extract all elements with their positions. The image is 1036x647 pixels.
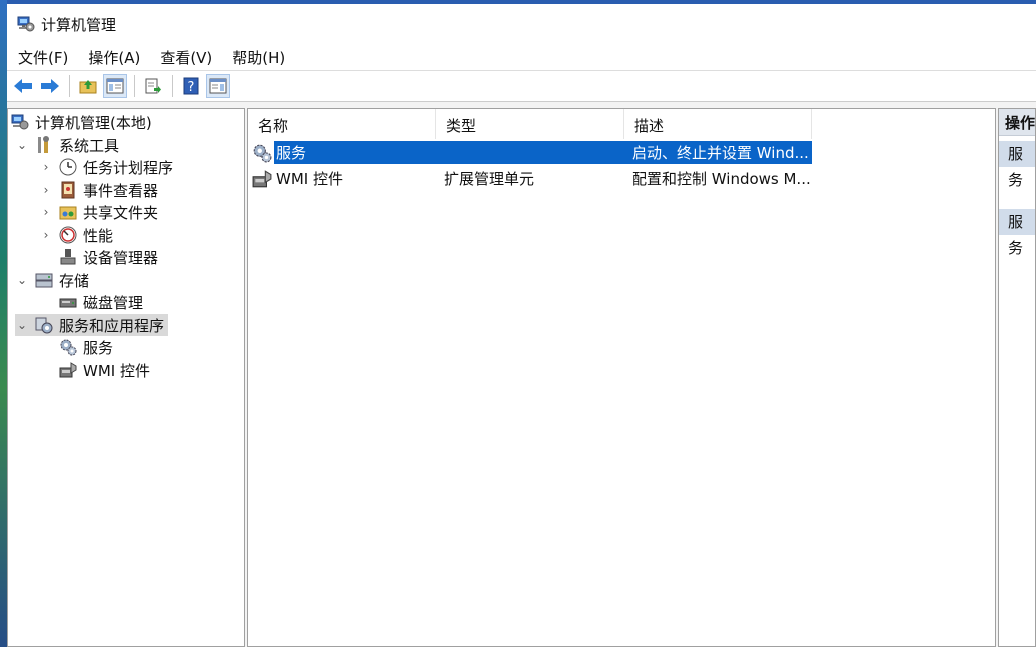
tree-label: 设备管理器 <box>83 248 159 267</box>
computer-management-icon <box>17 16 35 32</box>
tree-label: 磁盘管理 <box>83 293 144 312</box>
show-hide-action-pane-button[interactable] <box>206 74 230 98</box>
forward-icon <box>41 79 59 93</box>
tree-label: 计算机管理(本地) <box>35 113 152 132</box>
actions-pane: 操作 服务 服务 <box>998 108 1036 647</box>
tree-item-task-scheduler[interactable]: › 任务计划程序 <box>39 156 177 178</box>
tree-label: WMI 控件 <box>83 361 150 380</box>
services-apps-icon <box>35 317 53 334</box>
cell-name: WMI 控件 <box>276 170 343 188</box>
list-header: 名称 类型 描述 <box>248 109 995 139</box>
tree-item-services-apps[interactable]: ⌄ 服务和应用程序 <box>15 314 169 336</box>
tree-label: 服务 <box>83 338 114 357</box>
expand-chevron-icon[interactable]: › <box>39 160 53 174</box>
show-hide-tree-icon <box>106 78 124 94</box>
computer-management-window: 计算机管理 文件(F) 操作(A) 查看(V) 帮助(H) ? 计算机管理(本地… <box>7 0 1036 647</box>
tree-label: 任务计划程序 <box>83 158 174 177</box>
storage-icon <box>35 273 53 288</box>
tree-item-device-manager[interactable]: 设备管理器 <box>59 246 162 268</box>
tree-item-disk-management[interactable]: 磁盘管理 <box>59 291 147 313</box>
help-icon: ? <box>183 77 199 95</box>
device-manager-icon <box>60 249 76 265</box>
window-title: 计算机管理 <box>41 15 117 34</box>
cell-description: 配置和控制 Windows M... <box>632 170 811 188</box>
tree-label: 系统工具 <box>59 136 120 155</box>
tree-label: 存储 <box>59 271 90 290</box>
show-hide-action-icon <box>209 78 227 94</box>
list-item-services[interactable]: 服务 启动、终止并设置 Wind... <box>252 141 812 164</box>
selected-row-highlight: 服务 启动、终止并设置 Wind... <box>274 141 812 164</box>
event-viewer-icon <box>61 181 75 199</box>
tree-item-root[interactable]: 计算机管理(本地) <box>11 111 156 133</box>
forward-button[interactable] <box>38 74 62 98</box>
wmi-control-icon <box>59 362 77 378</box>
content-panes: 计算机管理(本地) ⌄ 系统工具 › 任务计划程序 › 事件查看器 › 共享文件 <box>7 105 1036 647</box>
clock-icon <box>59 158 77 176</box>
desktop-background <box>0 0 7 647</box>
help-button[interactable]: ? <box>179 74 203 98</box>
menu-view[interactable]: 查看(V) <box>150 47 222 68</box>
show-hide-console-tree-button[interactable] <box>103 74 127 98</box>
computer-management-icon <box>11 114 29 130</box>
column-header-type[interactable]: 类型 <box>436 109 624 139</box>
up-level-button[interactable] <box>76 74 100 98</box>
tree-item-performance[interactable]: › 性能 <box>39 224 117 246</box>
services-gear-icon <box>60 339 77 356</box>
export-list-icon <box>145 78 161 94</box>
toolbar-separator <box>172 75 173 97</box>
cell-description: 启动、终止并设置 Wind... <box>632 144 809 162</box>
tree-item-system-tools[interactable]: ⌄ 系统工具 <box>15 134 123 156</box>
cell-name: 服务 <box>276 144 307 162</box>
tools-icon <box>38 136 49 153</box>
title-bar[interactable]: 计算机管理 <box>7 0 1036 44</box>
tree-label: 共享文件夹 <box>83 203 159 222</box>
list-item-wmi[interactable]: WMI 控件 扩展管理单元 配置和控制 Windows M... <box>252 167 812 190</box>
expand-chevron-icon[interactable]: › <box>39 183 53 197</box>
tree-label: 性能 <box>83 226 114 245</box>
actions-section-services[interactable]: 服务 <box>999 141 1035 189</box>
tree-item-services[interactable]: 服务 <box>59 336 117 358</box>
wmi-control-icon <box>252 169 272 187</box>
export-list-button[interactable] <box>141 74 165 98</box>
console-tree: 计算机管理(本地) ⌄ 系统工具 › 任务计划程序 › 事件查看器 › 共享文件 <box>7 108 245 647</box>
up-folder-icon <box>79 80 97 94</box>
expand-chevron-icon[interactable]: › <box>39 205 53 219</box>
shared-folder-icon <box>59 206 77 220</box>
tree-item-event-viewer[interactable]: › 事件查看器 <box>39 179 162 201</box>
tree-item-wmi[interactable]: WMI 控件 <box>59 359 154 381</box>
toolbar-separator <box>69 75 70 97</box>
tree-item-storage[interactable]: ⌄ 存储 <box>15 269 93 291</box>
column-header-description[interactable]: 描述 <box>624 109 812 139</box>
disk-management-icon <box>59 298 77 308</box>
back-icon <box>14 79 32 93</box>
actions-section-services-item[interactable]: 服务 <box>999 209 1035 257</box>
tree-item-shared-folders[interactable]: › 共享文件夹 <box>39 201 162 223</box>
svg-text:?: ? <box>188 80 195 95</box>
toolbar-separator <box>134 75 135 97</box>
expand-chevron-icon[interactable]: › <box>39 228 53 242</box>
performance-icon <box>59 226 77 244</box>
details-list: 名称 类型 描述 服务 启动、终止并设置 Wind... WMI 控件 扩展管理… <box>247 108 996 647</box>
menu-file[interactable]: 文件(F) <box>7 47 78 68</box>
menu-help[interactable]: 帮助(H) <box>222 47 295 68</box>
back-button[interactable] <box>11 74 35 98</box>
menu-bar: 文件(F) 操作(A) 查看(V) 帮助(H) <box>7 44 1036 71</box>
tree-label: 事件查看器 <box>83 181 159 200</box>
collapse-chevron-icon[interactable]: ⌄ <box>15 138 29 152</box>
services-gear-icon <box>253 144 272 162</box>
tree-label: 服务和应用程序 <box>59 316 165 335</box>
collapse-chevron-icon[interactable]: ⌄ <box>15 273 29 287</box>
toolbar: ? <box>7 71 1036 102</box>
cell-type: 扩展管理单元 <box>444 170 535 188</box>
column-header-name[interactable]: 名称 <box>248 109 436 139</box>
menu-action[interactable]: 操作(A) <box>78 47 150 68</box>
actions-header: 操作 <box>999 109 1035 136</box>
collapse-chevron-icon[interactable]: ⌄ <box>15 318 29 332</box>
